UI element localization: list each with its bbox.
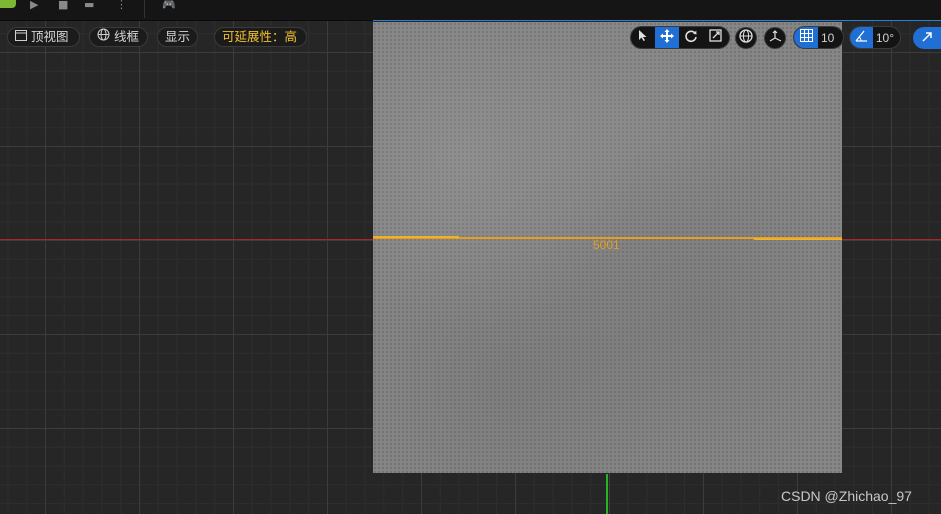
viewport-icon: [15, 27, 27, 47]
view-mode-label: 顶视图: [31, 29, 69, 44]
grid-snap-value[interactable]: 10: [818, 31, 840, 45]
gamepad-icon[interactable]: 🎮: [162, 0, 176, 11]
translate-tool-button[interactable]: [655, 27, 679, 48]
stop-icon[interactable]: ■: [58, 0, 68, 11]
render-mode-label: 线框: [114, 29, 140, 44]
skip-icon[interactable]: ▶: [30, 0, 38, 11]
world-local-toggle[interactable]: [735, 27, 757, 49]
scale-tool-button[interactable]: [703, 27, 727, 48]
y-axis-line: [606, 474, 608, 514]
wireframe-globe-icon: [97, 27, 110, 47]
editor-toolbar-strip: ▶ ■ ▬ ⋮ 🎮: [0, 0, 941, 21]
rotation-snap-toggle[interactable]: [850, 27, 873, 48]
view-mode-button[interactable]: 顶视图: [7, 27, 80, 47]
cursor-icon: [638, 29, 648, 46]
scalability-label: 可延展性：高: [222, 29, 298, 44]
transform-tools: [630, 26, 730, 49]
rotate-icon: [684, 29, 698, 47]
watermark: CSDN @Zhichao_97: [781, 488, 912, 504]
grid-snap-group: 10: [793, 26, 844, 49]
move-icon: [660, 28, 674, 47]
rotation-snap-value[interactable]: 10°: [873, 31, 900, 45]
rotation-snap-group: 10°: [849, 26, 901, 49]
surface-snap-icon: [768, 29, 783, 48]
toolbar-divider: [144, 0, 145, 18]
globe-icon: [739, 29, 753, 47]
rotate-tool-button[interactable]: [679, 27, 703, 48]
scale-icon: [708, 29, 722, 46]
measure-value: 5001: [593, 238, 620, 252]
angle-icon: [855, 29, 868, 46]
render-mode-button[interactable]: 线框: [89, 27, 148, 47]
grid-icon: [799, 29, 813, 46]
play-button[interactable]: [0, 0, 16, 8]
scalability-button[interactable]: 可延展性：高: [214, 27, 307, 47]
more-options-icon[interactable]: ⋮: [116, 0, 127, 11]
eject-icon[interactable]: ▬: [84, 0, 94, 11]
expand-arrow-icon: [921, 31, 933, 46]
measure-start-marker: [373, 236, 459, 238]
grid-snap-toggle[interactable]: [794, 27, 818, 48]
select-tool-button[interactable]: [631, 27, 655, 48]
show-label: 显示: [165, 29, 191, 44]
surface-snap-toggle[interactable]: [764, 27, 786, 49]
camera-speed-button[interactable]: [913, 27, 941, 49]
measure-end-marker: [754, 238, 842, 240]
show-button[interactable]: 显示: [157, 27, 198, 47]
